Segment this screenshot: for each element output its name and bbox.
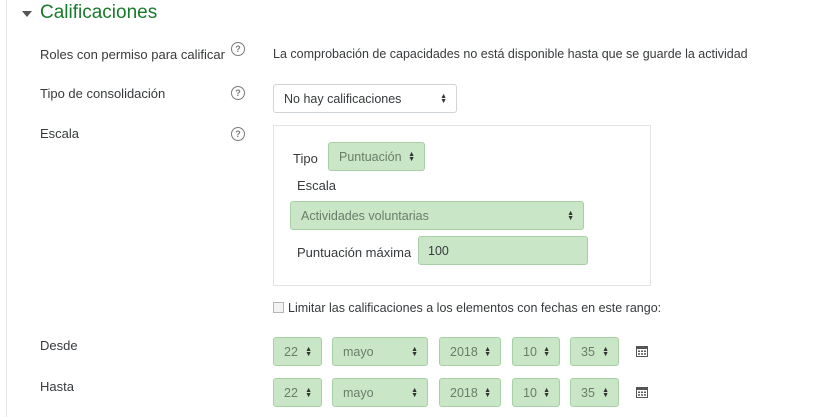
select-arrows-icon: ▲ ▼: [602, 345, 609, 358]
to-minute-select[interactable]: 35 ▲ ▼: [570, 378, 619, 407]
scale-select-value: Actividades voluntarias: [301, 208, 429, 223]
roles-message: La comprobación de capacidades no está d…: [273, 47, 748, 61]
calendar-icon[interactable]: [636, 345, 648, 357]
to-year-value: 2018: [450, 385, 478, 400]
scale-label: Escala: [40, 126, 80, 141]
limit-dates-checkbox[interactable]: [273, 302, 284, 313]
to-label: Hasta: [40, 379, 74, 394]
scale-type-value: Puntuación: [339, 149, 402, 164]
consolidation-help-icon[interactable]: ?: [231, 86, 245, 100]
section-toggle[interactable]: Calificaciones: [22, 2, 157, 24]
limit-dates-label: Limitar las calificaciones a los element…: [288, 301, 662, 315]
select-arrows-icon: ▲ ▼: [543, 345, 550, 358]
consolidation-select-value: No hay calificaciones: [284, 91, 402, 106]
select-arrows-icon: ▲ ▼: [440, 92, 447, 105]
to-hour-value: 10: [523, 385, 537, 400]
to-day-select[interactable]: 22 ▲ ▼: [273, 378, 322, 407]
from-hour-select[interactable]: 10 ▲ ▼: [512, 337, 560, 366]
scale-type-select[interactable]: Puntuación ▲ ▼: [328, 142, 425, 171]
to-year-select[interactable]: 2018 ▲ ▼: [439, 378, 501, 407]
from-day-select[interactable]: 22 ▲ ▼: [273, 337, 322, 366]
consolidation-label: Tipo de consolidación: [40, 86, 166, 101]
calendar-icon[interactable]: [636, 386, 648, 398]
max-grade-input[interactable]: 100: [418, 236, 588, 265]
to-hour-select[interactable]: 10 ▲ ▼: [512, 378, 560, 407]
roles-label: Roles con permiso para calificar: [40, 47, 225, 62]
select-arrows-icon: ▲ ▼: [411, 386, 418, 399]
from-year-value: 2018: [450, 344, 478, 359]
caret-down-icon: [22, 11, 32, 17]
from-day-value: 22: [284, 344, 298, 359]
select-arrows-icon: ▲ ▼: [567, 209, 574, 222]
to-month-select[interactable]: mayo ▲ ▼: [332, 378, 428, 407]
to-day-value: 22: [284, 385, 298, 400]
to-month-value: mayo: [343, 385, 374, 400]
to-minute-value: 35: [581, 385, 595, 400]
consolidation-select[interactable]: No hay calificaciones ▲ ▼: [273, 84, 457, 113]
scale-select[interactable]: Actividades voluntarias ▲ ▼: [290, 201, 584, 230]
grade-settings-page: Calificaciones Roles con permiso para ca…: [0, 0, 832, 417]
from-month-value: mayo: [343, 344, 374, 359]
select-arrows-icon: ▲ ▼: [484, 345, 491, 358]
roles-help-icon[interactable]: ?: [231, 42, 245, 56]
scale-scale-label: Escala: [297, 178, 337, 193]
scale-help-icon[interactable]: ?: [231, 127, 245, 141]
select-arrows-icon: ▲ ▼: [305, 386, 312, 399]
from-minute-value: 35: [581, 344, 595, 359]
select-arrows-icon: ▲ ▼: [411, 345, 418, 358]
select-arrows-icon: ▲ ▼: [543, 386, 550, 399]
from-hour-value: 10: [523, 344, 537, 359]
from-minute-select[interactable]: 35 ▲ ▼: [570, 337, 619, 366]
from-month-select[interactable]: mayo ▲ ▼: [332, 337, 428, 366]
left-divider: [6, 0, 7, 417]
from-year-select[interactable]: 2018 ▲ ▼: [439, 337, 501, 366]
select-arrows-icon: ▲ ▼: [602, 386, 609, 399]
select-arrows-icon: ▲ ▼: [305, 345, 312, 358]
max-grade-value: 100: [428, 243, 449, 258]
select-arrows-icon: ▲ ▼: [484, 386, 491, 399]
select-arrows-icon: ▲ ▼: [408, 150, 415, 163]
scale-type-label: Tipo: [293, 151, 318, 166]
max-grade-label: Puntuación máxima: [297, 245, 412, 260]
section-title: Calificaciones: [40, 2, 158, 23]
from-label: Desde: [40, 338, 78, 353]
